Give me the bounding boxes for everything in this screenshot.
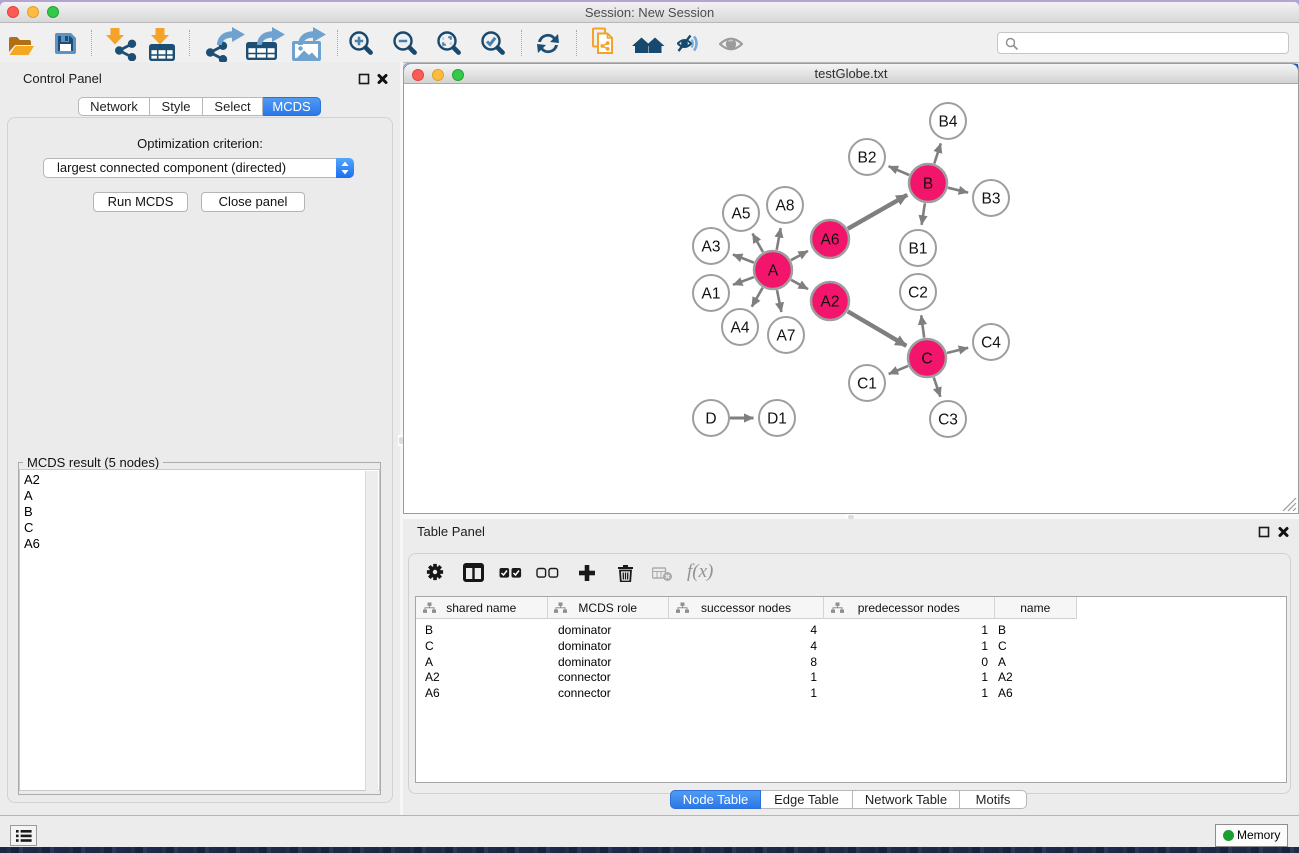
svg-text:A4: A4 — [731, 320, 750, 337]
svg-text:C3: C3 — [938, 412, 958, 429]
svg-text:A6: A6 — [821, 232, 840, 249]
svg-text:B4: B4 — [939, 114, 958, 131]
svg-text:A8: A8 — [776, 198, 795, 215]
svg-text:C2: C2 — [908, 285, 928, 302]
svg-text:C: C — [921, 351, 932, 368]
svg-text:B2: B2 — [858, 150, 877, 167]
svg-text:A5: A5 — [732, 206, 751, 223]
svg-text:D1: D1 — [767, 411, 787, 428]
svg-text:A7: A7 — [777, 328, 796, 345]
svg-text:A3: A3 — [702, 239, 721, 256]
svg-text:D: D — [705, 411, 716, 428]
svg-text:A: A — [768, 263, 779, 280]
svg-text:C4: C4 — [981, 335, 1001, 352]
svg-text:B3: B3 — [982, 191, 1001, 208]
svg-text:A2: A2 — [821, 294, 840, 311]
svg-text:C1: C1 — [857, 376, 877, 393]
svg-text:B: B — [923, 176, 933, 193]
svg-text:A1: A1 — [702, 286, 721, 303]
svg-text:B1: B1 — [909, 241, 928, 258]
